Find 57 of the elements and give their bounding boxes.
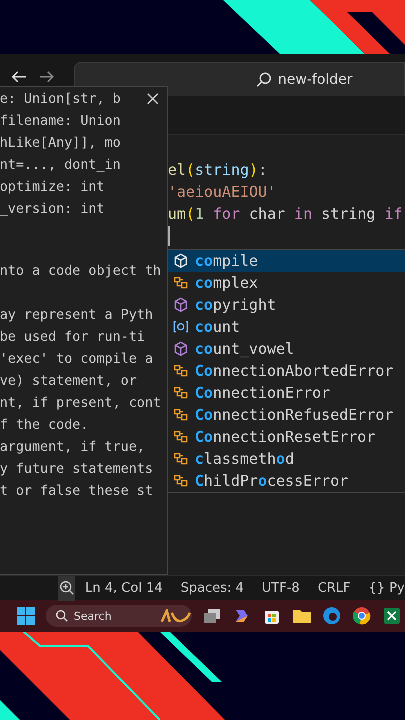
- class-icon: [173, 275, 189, 291]
- doc-text: ay represent a Pyth: [0, 308, 154, 323]
- doc-text: t or false these st: [0, 484, 154, 499]
- code-line: 'aeiouAEIOU': [168, 182, 276, 203]
- signature-text: nt=..., dont_in: [0, 158, 121, 173]
- suggestion-item[interactable]: ConnectionError: [168, 382, 405, 404]
- spreadsheet-icon[interactable]: [382, 606, 402, 626]
- class-icon: [173, 429, 189, 445]
- status-item[interactable]: UTF-8: [262, 580, 300, 596]
- suggestion-item[interactable]: complex: [168, 272, 405, 294]
- status-item[interactable]: Ln 4, Col 14: [85, 580, 163, 596]
- code-line: um(1 for char in string if: [168, 204, 403, 225]
- status-item[interactable]: CRLF: [318, 580, 351, 596]
- signature-text: hLike[Any]], mo: [0, 136, 121, 151]
- doc-text: ve) statement, or: [0, 374, 138, 389]
- suggestion-item[interactable]: compile: [168, 250, 405, 272]
- zoom-button[interactable]: [58, 576, 76, 600]
- class-icon: [173, 363, 189, 379]
- signature-text: _version: int: [0, 202, 105, 217]
- suggestion-item[interactable]: classmethod: [168, 448, 405, 470]
- search-icon: [256, 72, 272, 88]
- cube-icon: [173, 341, 189, 357]
- signature-text: optimize: int: [0, 180, 105, 195]
- taskbar-search-field[interactable]: Search: [46, 605, 192, 627]
- flower-garland-icon: [160, 609, 192, 623]
- class-icon: [173, 451, 189, 467]
- doc-text: f the code.: [0, 418, 89, 433]
- status-item[interactable]: {} Py: [368, 580, 405, 596]
- code-line: el(string):: [168, 160, 268, 181]
- close-icon[interactable]: [147, 93, 159, 105]
- class-icon: [173, 385, 189, 401]
- suggestion-item[interactable]: count_vowel: [168, 338, 405, 360]
- suggestion-item[interactable]: count: [168, 316, 405, 338]
- doc-text: 'exec' to compile a: [0, 352, 154, 367]
- doc-text: y future statements: [0, 462, 154, 477]
- signature-text: filename: Union: [0, 114, 121, 129]
- windows-logo-icon[interactable]: [16, 606, 36, 626]
- round-app-icon[interactable]: [352, 606, 372, 626]
- class-icon: [173, 473, 189, 489]
- doc-text: nto a code object th: [0, 264, 162, 279]
- status-item[interactable]: Spaces: 4: [180, 580, 244, 596]
- doc-text: nt, if present, cont: [0, 396, 162, 411]
- variable-icon: [173, 319, 189, 335]
- suggestion-item[interactable]: ConnectionAbortedError: [168, 360, 405, 382]
- text-cursor: [168, 226, 170, 246]
- zoom-in-icon: [58, 580, 75, 596]
- suggestion-item[interactable]: ConnectionRefusedError: [168, 404, 405, 426]
- doc-text: argument, if true,: [0, 440, 146, 455]
- suggestion-item[interactable]: ConnectionResetError: [168, 426, 405, 448]
- suggestion-item[interactable]: copyright: [168, 294, 405, 316]
- cube-icon: [173, 253, 189, 269]
- cube-icon: [173, 297, 189, 313]
- suggestion-item[interactable]: ChildProcessError: [168, 470, 405, 492]
- task-view-icon[interactable]: [202, 606, 222, 626]
- doc-text: be used for run-ti: [0, 330, 146, 345]
- class-icon: [173, 407, 189, 423]
- search-icon: [56, 610, 68, 622]
